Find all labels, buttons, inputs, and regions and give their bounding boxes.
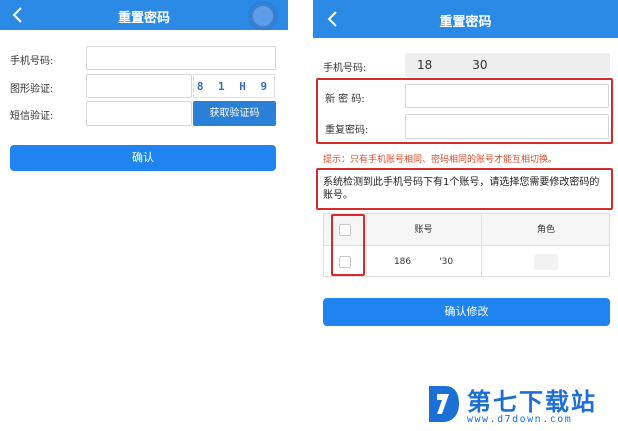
site-watermark: 第七下载站 www.d7down.com [423, 380, 618, 431]
column-header-role: 角色 [536, 225, 555, 235]
account-start: 186 [393, 257, 412, 267]
page-title: 重置密码 [117, 11, 170, 26]
account-end: '30 [439, 257, 454, 267]
sms-label: 短信验证: [10, 111, 54, 122]
hint-text: 提示：只有手机账号相同、密码相同的账号才能互相切换。 [323, 155, 558, 165]
floating-circle-icon[interactable] [250, 3, 276, 29]
new-password-input[interactable] [405, 84, 609, 108]
phone-label: 手机号码: [323, 63, 367, 74]
role-cell [534, 254, 558, 270]
phone-end: 30 [472, 58, 488, 72]
captcha-image[interactable]: 8 1 H 9 [193, 74, 275, 98]
captcha-label: 图形验证: [10, 84, 54, 95]
sms-code-input[interactable] [86, 101, 192, 126]
captcha-input[interactable] [86, 74, 192, 98]
phone-input[interactable] [86, 46, 276, 70]
watermark-url: www.d7down.com [467, 414, 573, 425]
d7down-logo-icon [429, 386, 459, 422]
account-cell: 186 '30 [366, 247, 481, 277]
new-password-label: 新 密 码: [325, 94, 365, 105]
watermark-title: 第七下载站 [467, 388, 597, 416]
panel-divider [289, 0, 313, 431]
column-header-account: 账号 [414, 225, 433, 235]
left-screen: 重置密码 手机号码: 图形验证: 8 1 H 9 短信验证: 获取验证码 确认 [0, 0, 288, 431]
get-sms-code-button[interactable]: 获取验证码 [193, 101, 276, 126]
phone-label: 手机号码: [10, 56, 54, 67]
right-navbar: 重置密码 [313, 0, 618, 38]
confirm-button[interactable]: 确认 [10, 145, 276, 171]
repeat-password-input[interactable] [405, 114, 609, 139]
account-table: 账号 角色 186 '30 [323, 213, 610, 278]
left-navbar: 重置密码 [0, 0, 288, 30]
page-title: 重置密码 [439, 15, 492, 30]
checkbox-highlight [331, 214, 365, 276]
repeat-password-label: 重复密码: [325, 125, 369, 136]
phone-start: 18 [417, 58, 433, 72]
account-notice: 系统检测到此手机号码下有1个账号，请选择您需要修改密码的账号。 [323, 177, 600, 201]
confirm-modify-button[interactable]: 确认修改 [323, 298, 610, 326]
phone-display: 18 30 [405, 53, 610, 77]
